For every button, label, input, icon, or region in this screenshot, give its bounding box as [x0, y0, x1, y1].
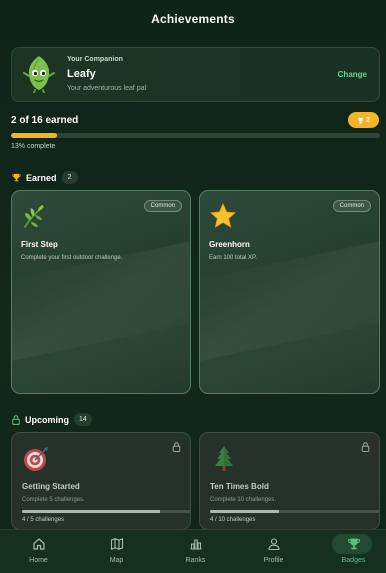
earned-count-chip: 2	[61, 171, 78, 184]
nav-item-profile[interactable]: Profile	[235, 530, 312, 573]
map-icon	[110, 538, 123, 550]
home-icon	[32, 538, 45, 550]
progress-percent-text: 13% complete	[11, 143, 56, 150]
earned-section-header: Earned 2	[12, 171, 78, 184]
nav-label: Map	[109, 557, 124, 564]
nav-item-home[interactable]: Home	[0, 530, 77, 573]
nav-item-ranks[interactable]: Ranks	[157, 530, 234, 573]
upcoming-description: Complete 5 challenges.	[22, 497, 85, 503]
upcoming-progress-text: 4 / 5 challenges	[22, 517, 65, 523]
upcoming-section-header: Upcoming 14	[12, 413, 92, 426]
trophy-icon	[12, 173, 21, 182]
lock-icon	[172, 442, 181, 452]
badge-count: 2	[366, 116, 370, 124]
companion-name: Leafy	[67, 68, 96, 80]
upcoming-progress-text: 4 / 10 challenges	[210, 517, 256, 523]
upcoming-progress-fill	[210, 510, 279, 513]
companion-card[interactable]: Your Companion Leafy Your adventurous le…	[11, 47, 380, 102]
lock-icon	[12, 414, 20, 425]
badge-title: First Step	[21, 240, 58, 249]
overall-progress-bar	[11, 133, 380, 138]
nav-label: Home	[29, 557, 48, 564]
change-companion-button[interactable]: Change	[338, 70, 367, 79]
trophy-icon	[358, 117, 363, 123]
rarity-badge: Common	[332, 200, 371, 212]
upcoming-card-getting-started[interactable]: Getting Started Complete 5 challenges. 4…	[11, 432, 191, 530]
upcoming-description: Complete 10 challenges.	[210, 497, 277, 503]
upcoming-progress-fill	[22, 510, 160, 513]
page-title: Achievements	[151, 12, 235, 26]
earned-section-title: Earned	[26, 172, 57, 183]
upcoming-title: Getting Started	[22, 482, 80, 491]
nav-label: Badges	[341, 557, 366, 564]
ranks-icon	[190, 539, 201, 550]
leaf-mascot-icon	[23, 56, 55, 93]
badge-card-greenhorn[interactable]: Common Greenhorn Earn 100 total XP.	[199, 190, 380, 394]
nav-label: Profile	[263, 557, 284, 564]
upcoming-count-chip: 14	[74, 413, 92, 426]
herb-leaf-icon	[24, 205, 44, 228]
upcoming-section-title: Upcoming	[25, 414, 69, 425]
badge-count-pill: 2	[348, 112, 379, 128]
nav-item-map[interactable]: Map	[78, 530, 155, 573]
badge-title: Greenhorn	[209, 240, 250, 249]
upcoming-progress-bar	[210, 510, 379, 513]
companion-eyebrow: Your Companion	[67, 56, 123, 63]
target-icon	[24, 447, 48, 471]
trophy-icon	[347, 538, 360, 550]
badge-description: Complete your first outdoor challenge.	[21, 255, 123, 261]
lock-icon	[361, 442, 370, 452]
badge-card-first-step[interactable]: Common First Step Complete your first ou…	[11, 190, 191, 394]
pine-tree-icon	[215, 446, 233, 471]
companion-description: Your adventurous leaf pal	[67, 85, 147, 92]
bottom-navigation: Home Map Ranks Profile Badges	[0, 529, 386, 573]
nav-item-badges[interactable]: Badges	[315, 530, 386, 573]
overall-progress-fill	[11, 133, 58, 138]
nav-label: Ranks	[185, 557, 206, 564]
star-icon	[210, 203, 236, 228]
badge-description: Earn 100 total XP.	[209, 255, 257, 261]
upcoming-card-ten-times-bold[interactable]: Ten Times Bold Complete 10 challenges. 4…	[199, 432, 380, 530]
app-header: Achievements	[0, 0, 386, 38]
profile-icon	[267, 538, 280, 551]
earned-summary: 2 of 16 earned	[11, 115, 79, 126]
upcoming-title: Ten Times Bold	[210, 482, 269, 491]
upcoming-progress-bar	[22, 510, 190, 513]
rarity-badge: Common	[143, 200, 182, 212]
